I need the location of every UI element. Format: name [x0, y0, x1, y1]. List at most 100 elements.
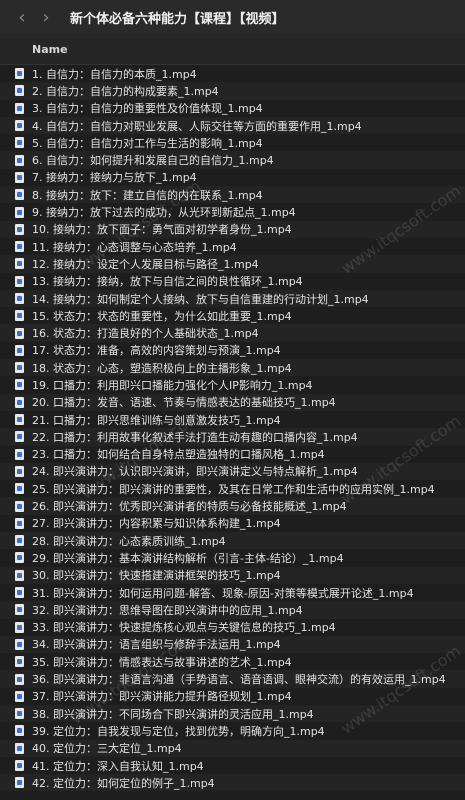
file-name: 3. 自信力：自信力的重要性及价值体现_1.mp4 — [32, 102, 263, 116]
file-row[interactable]: 8. 接纳力：放下：建立自信的内在联系_1.mp4 — [0, 186, 465, 204]
video-file-icon — [15, 638, 24, 650]
file-row[interactable]: 10. 接纳力：放下面子：勇气面对初学者身份_1.mp4 — [0, 220, 465, 238]
file-name: 13. 接纳力：接纳，放下与自信之间的良性循环_1.mp4 — [32, 275, 303, 289]
video-file-icon — [15, 742, 24, 754]
file-row[interactable]: 30. 即兴演讲力：快速搭建演讲框架的技巧_1.mp4 — [0, 566, 465, 584]
file-row[interactable]: 28. 即兴演讲力：心态素质训练_1.mp4 — [0, 532, 465, 550]
file-name: 27. 即兴演讲力：内容积累与知识体系构建_1.mp4 — [32, 517, 281, 531]
name-column-header[interactable]: Name — [32, 43, 68, 56]
video-file-icon — [15, 431, 24, 443]
back-button[interactable]: ‹ — [10, 0, 34, 34]
file-row[interactable]: 5. 自信力：自信力对工作与生活的影响_1.mp4 — [0, 134, 465, 151]
file-row[interactable]: 42. 定位力：如何定位的例子_1.mp4 — [0, 774, 465, 792]
video-file-icon — [15, 379, 24, 391]
file-row[interactable]: 19. 口播力：利用即兴口播能力强化个人IP影响力_1.mp4 — [0, 376, 465, 393]
video-file-icon — [15, 189, 24, 201]
video-file-icon — [15, 102, 24, 114]
file-row[interactable]: 17. 状态力：准备，高效的内容策划与预演_1.mp4 — [0, 342, 465, 359]
video-file-icon — [15, 587, 24, 599]
video-file-icon — [15, 362, 24, 374]
window-title: 新个体必备六种能力【课程】【视频】 — [70, 11, 285, 27]
file-row[interactable]: 26. 即兴演讲力：优秀即兴演讲者的特质与必备技能概述_1.mp4 — [0, 497, 465, 515]
file-row[interactable]: 27. 即兴演讲力：内容积累与知识体系构建_1.mp4 — [0, 515, 465, 532]
video-file-icon — [15, 673, 24, 685]
file-row[interactable]: 39. 定位力：自我发现与定位，找到优势，明确方向_1.mp4 — [0, 722, 465, 739]
file-row[interactable]: 12. 接纳力：设定个人发展目标与路径_1.mp4 — [0, 255, 465, 273]
video-file-icon — [15, 85, 24, 97]
file-name: 35. 即兴演讲力：情感表达与故事讲述的艺术_1.mp4 — [32, 655, 292, 669]
video-file-icon — [15, 760, 24, 772]
video-file-icon — [15, 223, 24, 235]
file-name: 9. 接纳力：放下过去的成功，从光环到新起点_1.mp4 — [32, 206, 296, 220]
video-file-icon — [15, 500, 24, 512]
file-row[interactable]: 31. 即兴演讲力：如何运用问题-解答、现象-原因-对策等模式展开论述_1.mp… — [0, 584, 465, 601]
video-file-icon — [15, 656, 24, 668]
file-row[interactable]: 33. 即兴演讲力：快速提炼核心观点与关键信息的技巧_1.mp4 — [0, 619, 465, 636]
video-file-icon — [15, 621, 24, 633]
file-name: 31. 即兴演讲力：如何运用问题-解答、现象-原因-对策等模式展开论述_1.mp… — [32, 586, 414, 600]
file-row[interactable]: 23. 口播力：如何结合自身特点塑造独特的口播风格_1.mp4 — [0, 446, 465, 463]
video-file-icon — [15, 206, 24, 218]
file-row[interactable]: 2. 自信力：自信力的构成要素_1.mp4 — [0, 82, 465, 100]
video-file-icon — [15, 777, 24, 789]
file-row[interactable]: 4. 自信力：自信力对职业发展、人际交往等方面的重要作用_1.mp4 — [0, 116, 465, 135]
file-row[interactable]: 18. 状态力：心态，塑造积极向上的主播形象_1.mp4 — [0, 359, 465, 377]
video-file-icon — [15, 396, 24, 408]
file-row[interactable]: 21. 口播力：即兴思维训练与创意激发技巧_1.mp4 — [0, 411, 465, 428]
file-row[interactable]: 32. 即兴演讲力：思维导图在即兴演讲中的应用_1.mp4 — [0, 601, 465, 619]
file-row[interactable]: 16. 状态力：打造良好的个人基础状态_1.mp4 — [0, 324, 465, 342]
file-row[interactable]: 15. 状态力：状态的重要性，为什么如此重要_1.mp4 — [0, 307, 465, 324]
file-row[interactable]: 14. 接纳力：如何制定个人接纳、放下与自信重建的行动计划_1.mp4 — [0, 289, 465, 308]
file-row[interactable]: 35. 即兴演讲力：情感表达与故事讲述的艺术_1.mp4 — [0, 653, 465, 670]
file-name: 39. 定位力：自我发现与定位，找到优势，明确方向_1.mp4 — [32, 724, 325, 738]
file-name: 16. 状态力：打造良好的个人基础状态_1.mp4 — [32, 327, 259, 341]
file-row[interactable]: 37. 即兴演讲力：即兴演讲能力提升路径规划_1.mp4 — [0, 688, 465, 705]
video-file-icon — [15, 258, 24, 270]
file-name: 42. 定位力：如何定位的例子_1.mp4 — [32, 776, 215, 790]
forward-button[interactable]: › — [34, 0, 58, 34]
video-file-icon — [15, 414, 24, 426]
video-file-icon — [15, 483, 24, 495]
file-row[interactable]: 24. 即兴演讲力：认识即兴演讲，即兴演讲定义与特点解析_1.mp4 — [0, 462, 465, 481]
file-name: 22. 口播力：利用故事化叙述手法打造生动有趣的口播内容_1.mp4 — [32, 430, 358, 444]
file-name: 41. 定位力：深入自我认知_1.mp4 — [32, 759, 204, 773]
video-file-icon — [15, 552, 24, 564]
file-row[interactable]: 9. 接纳力：放下过去的成功，从光环到新起点_1.mp4 — [0, 203, 465, 220]
video-file-icon — [15, 68, 24, 80]
file-row[interactable]: 22. 口播力：利用故事化叙述手法打造生动有趣的口播内容_1.mp4 — [0, 428, 465, 446]
file-name: 37. 即兴演讲力：即兴演讲能力提升路径规划_1.mp4 — [32, 690, 292, 704]
file-row[interactable]: 29. 即兴演讲力：基本演讲结构解析（引言-主体-结论）_1.mp4 — [0, 549, 465, 566]
file-row[interactable]: 11. 接纳力：心态调整与心态培养_1.mp4 — [0, 238, 465, 255]
video-file-icon — [15, 448, 24, 460]
file-row[interactable]: 6. 自信力：如何提升和发展自己的自信力_1.mp4 — [0, 151, 465, 169]
file-name: 14. 接纳力：如何制定个人接纳、放下与自信重建的行动计划_1.mp4 — [32, 292, 369, 306]
file-row[interactable]: 34. 即兴演讲力：语言组织与修辞手法运用_1.mp4 — [0, 635, 465, 654]
file-row[interactable]: 7. 接纳力：接纳力与放下_1.mp4 — [0, 169, 465, 186]
video-file-icon — [15, 604, 24, 616]
file-row[interactable]: 40. 定位力：三大定位_1.mp4 — [0, 739, 465, 757]
file-row[interactable]: 20. 口播力：发音、语速、节奏与情感表达的基础技巧_1.mp4 — [0, 393, 465, 411]
file-row[interactable]: 3. 自信力：自信力的重要性及价值体现_1.mp4 — [0, 100, 465, 117]
file-name: 40. 定位力：三大定位_1.mp4 — [32, 742, 182, 756]
file-row[interactable]: 25. 即兴演讲力：即兴演讲的重要性，及其在日常工作和生活中的应用实例_1.mp… — [0, 480, 465, 497]
video-file-icon — [15, 293, 24, 304]
file-name: 18. 状态力：心态，塑造积极向上的主播形象_1.mp4 — [32, 361, 292, 375]
video-file-icon — [15, 708, 24, 720]
file-name: 17. 状态力：准备，高效的内容策划与预演_1.mp4 — [32, 344, 281, 358]
file-row[interactable]: 13. 接纳力：接纳，放下与自信之间的良性循环_1.mp4 — [0, 273, 465, 290]
file-name: 38. 即兴演讲力：不同场合下即兴演讲的灵活应用_1.mp4 — [32, 707, 314, 721]
video-file-icon — [15, 344, 24, 356]
video-file-icon — [15, 569, 24, 581]
file-row[interactable]: 36. 即兴演讲力：非语言沟通（手势语言、语音语调、眼神交流）的有效运用_1.m… — [0, 670, 465, 688]
file-name: 20. 口播力：发音、语速、节奏与情感表达的基础技巧_1.mp4 — [32, 396, 336, 410]
video-file-icon — [15, 690, 24, 702]
title-bar: ‹ › 新个体必备六种能力【课程】【视频】 — [0, 0, 465, 35]
file-row[interactable]: 1. 自信力：自信力的本质_1.mp4 — [0, 65, 465, 82]
file-list: 1. 自信力：自信力的本质_1.mp4 2. 自信力：自信力的构成要素_1.mp4… — [0, 65, 465, 800]
file-name: 32. 即兴演讲力：思维导图在即兴演讲中的应用_1.mp4 — [32, 603, 303, 617]
file-name: 36. 即兴演讲力：非语言沟通（手势语言、语音语调、眼神交流）的有效运用_1.m… — [32, 673, 446, 687]
file-row[interactable]: 38. 即兴演讲力：不同场合下即兴演讲的灵活应用_1.mp4 — [0, 704, 465, 723]
file-row[interactable]: 41. 定位力：深入自我认知_1.mp4 — [0, 757, 465, 774]
video-file-icon — [15, 171, 24, 183]
video-file-icon — [15, 137, 24, 149]
